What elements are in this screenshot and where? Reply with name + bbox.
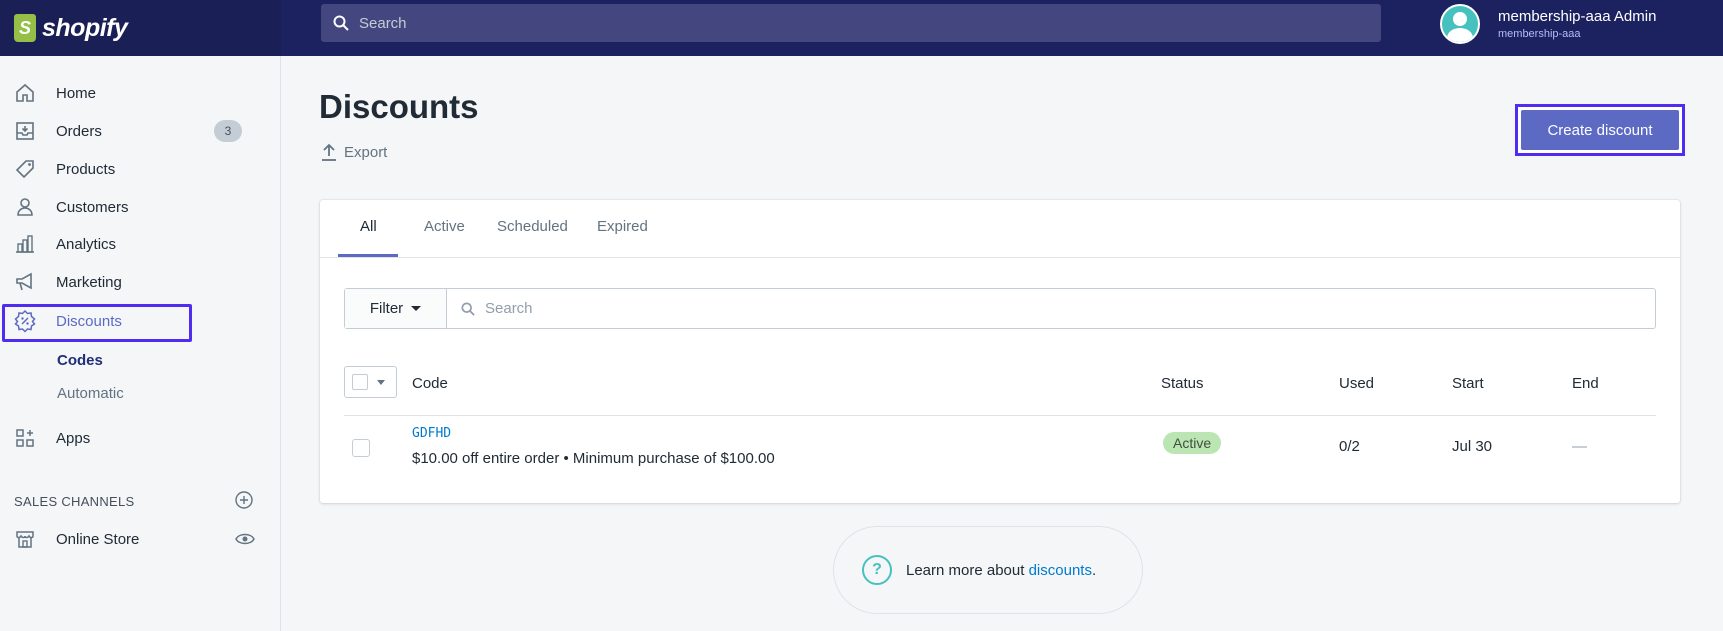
discount-description: $10.00 off entire order • Minimum purcha… (412, 450, 775, 467)
sidebar-item-customers[interactable]: Customers (12, 192, 252, 222)
orders-icon (12, 118, 38, 144)
bar-chart-icon (12, 231, 38, 257)
column-header-start: Start (1452, 375, 1484, 392)
home-icon (12, 80, 38, 106)
caret-down-icon (411, 306, 422, 311)
discount-code-link[interactable]: GDFHD (412, 426, 451, 441)
row-checkbox[interactable] (352, 439, 370, 457)
checkbox[interactable] (352, 374, 368, 390)
filter-bar: Filter (344, 288, 1656, 329)
sidebar: Home Orders 3 Products Customers Analyti… (0, 56, 281, 631)
status-badge: Active (1163, 432, 1222, 454)
column-header-end: End (1572, 375, 1599, 392)
global-search-input[interactable] (359, 14, 1259, 32)
sales-channels-heading: SALES CHANNELS (14, 494, 135, 509)
column-header-code: Code (412, 375, 448, 392)
sidebar-item-products[interactable]: Products (12, 154, 252, 184)
discount-search[interactable] (447, 289, 1655, 328)
sidebar-item-label: Online Store (56, 530, 140, 548)
person-icon (12, 194, 38, 220)
sidebar-item-label: Apps (56, 429, 91, 447)
sidebar-item-apps[interactable]: Apps (12, 423, 252, 453)
sidebar-item-label: Analytics (56, 235, 117, 253)
divider (344, 415, 1656, 416)
start-date: Jul 30 (1452, 438, 1493, 455)
store-icon (12, 526, 38, 552)
user-menu[interactable]: membership-aaa Admin membership-aaa (1440, 4, 1656, 44)
sidebar-item-label: Home (56, 84, 97, 102)
search-icon (333, 15, 349, 31)
tab-all[interactable]: All (360, 218, 377, 235)
sidebar-item-label: Customers (56, 198, 129, 216)
discounts-card: All Active Scheduled Expired Filter Code… (320, 200, 1680, 503)
discounts-highlight-frame (2, 304, 192, 342)
help-icon: ? (862, 555, 892, 585)
page-title: Discounts (319, 88, 479, 125)
filter-label: Filter (369, 300, 404, 317)
sidebar-item-label: Marketing (56, 273, 122, 291)
tab-active[interactable]: Active (424, 218, 465, 235)
discounts-help-link[interactable]: discounts (1029, 562, 1092, 579)
add-sales-channel-icon[interactable] (234, 490, 254, 510)
column-header-used: Used (1339, 375, 1375, 392)
user-name: membership-aaa Admin (1498, 8, 1657, 25)
export-button[interactable]: Export (321, 143, 387, 161)
sidebar-item-online-store[interactable]: Online Store (12, 524, 252, 554)
caret-down-icon[interactable] (377, 379, 385, 385)
sidebar-item-home[interactable]: Home (12, 78, 252, 108)
select-all-checkbox[interactable] (344, 366, 397, 398)
sidebar-item-label: Products (56, 160, 116, 178)
shopify-bag-icon: S (14, 14, 36, 42)
create-discount-button[interactable]: Create discount (1521, 110, 1679, 150)
search-icon (461, 301, 475, 316)
eye-icon[interactable] (235, 532, 255, 546)
discount-search-input[interactable] (485, 300, 1585, 317)
global-search-bar[interactable] (321, 4, 1381, 42)
export-label: Export (344, 143, 388, 161)
sidebar-subitem-automatic[interactable]: Automatic (57, 385, 124, 402)
tab-selected-indicator (338, 254, 398, 257)
tag-icon (12, 156, 38, 182)
sidebar-item-label: Orders (56, 122, 102, 140)
create-discount-button-frame[interactable]: Create discount (1515, 104, 1685, 156)
used-count: 0/2 (1339, 438, 1360, 455)
end-date: — (1572, 438, 1587, 455)
sidebar-item-analytics[interactable]: Analytics (12, 229, 252, 259)
column-header-status: Status (1161, 375, 1204, 392)
learn-more-text: Learn more about discounts. (906, 561, 1097, 579)
shopify-logo[interactable]: S shopify (0, 0, 281, 56)
orders-count-badge: 3 (214, 120, 242, 142)
brand-name: shopify (42, 13, 128, 42)
sidebar-subitem-codes[interactable]: Codes (57, 352, 103, 369)
apps-icon (12, 425, 38, 451)
tab-bar: All Active Scheduled Expired (320, 200, 1680, 258)
megaphone-icon (12, 269, 38, 295)
tab-scheduled[interactable]: Scheduled (497, 218, 568, 235)
export-icon (322, 143, 336, 161)
learn-more-callout: ? Learn more about discounts. (833, 526, 1143, 614)
filter-button[interactable]: Filter (345, 289, 447, 328)
avatar[interactable] (1440, 4, 1480, 44)
shop-name: membership-aaa (1498, 28, 1581, 40)
sidebar-item-marketing[interactable]: Marketing (12, 267, 252, 297)
tab-expired[interactable]: Expired (597, 218, 648, 235)
